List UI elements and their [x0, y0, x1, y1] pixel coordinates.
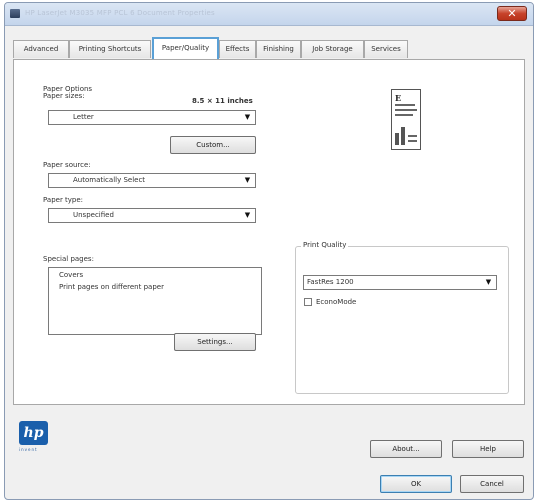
custom-button[interactable]: Custom...	[170, 136, 256, 154]
cancel-button[interactable]: Cancel	[460, 475, 524, 493]
close-button[interactable]: ✕	[497, 6, 527, 21]
tab-finishing[interactable]: Finishing	[256, 40, 301, 58]
preview-bar	[401, 127, 405, 145]
paper-size-value: Letter	[73, 113, 94, 121]
economode-checkbox[interactable]	[304, 298, 312, 306]
economode-label: EconoMode	[316, 298, 357, 306]
paper-quality-panel: Paper Options Paper sizes: 8.5 × 11 inch…	[13, 59, 525, 405]
preview-text-line	[408, 140, 417, 142]
window-title: HP LaserJet M3035 MFP PCL 6 Document Pro…	[25, 9, 215, 17]
preview-letter: E	[395, 93, 402, 103]
hp-logo-subtext: invent	[19, 447, 38, 452]
special-pages-list[interactable]: Covers Print pages on different paper	[48, 267, 262, 335]
chevron-down-icon: ▼	[244, 113, 251, 121]
paper-size-select[interactable]: Letter ▼	[48, 110, 256, 125]
paper-type-value: Unspecified	[73, 211, 114, 219]
tab-paper-quality[interactable]: Paper/Quality	[152, 37, 219, 59]
chevron-down-icon: ▼	[244, 211, 251, 219]
list-item[interactable]: Covers	[59, 271, 83, 279]
title-bar: HP LaserJet M3035 MFP PCL 6 Document Pro…	[5, 3, 533, 26]
preview-text-line	[395, 109, 417, 111]
tab-job-storage[interactable]: Job Storage	[301, 40, 364, 58]
paper-size-dimensions: 8.5 × 11 inches	[192, 97, 253, 105]
print-quality-label: Print Quality	[301, 241, 349, 249]
print-quality-select[interactable]: FastRes 1200 ▼	[303, 275, 497, 290]
preview-text-line	[408, 135, 417, 137]
about-button[interactable]: About...	[370, 440, 442, 458]
paper-type-label: Paper type:	[43, 196, 84, 204]
chevron-down-icon: ▼	[244, 176, 251, 184]
print-quality-value: FastRes 1200	[307, 278, 354, 286]
preview-text-line	[395, 104, 415, 106]
preview-text-line	[395, 114, 413, 116]
print-quality-group	[295, 246, 509, 394]
tab-advanced[interactable]: Advanced	[13, 40, 69, 58]
paper-source-select[interactable]: Automatically Select ▼	[48, 173, 256, 188]
tab-effects[interactable]: Effects	[219, 40, 256, 58]
paper-source-label: Paper source:	[43, 161, 91, 169]
page-preview: E	[391, 89, 421, 150]
special-pages-label: Special pages:	[43, 255, 94, 263]
preview-bar	[395, 133, 399, 145]
printer-icon	[10, 9, 20, 18]
ok-button[interactable]: OK	[380, 475, 452, 493]
paper-source-value: Automatically Select	[73, 176, 146, 184]
help-button[interactable]: Help	[452, 440, 524, 458]
settings-button[interactable]: Settings...	[174, 333, 256, 351]
document-properties-dialog: HP LaserJet M3035 MFP PCL 6 Document Pro…	[4, 2, 534, 500]
paper-sizes-label: Paper sizes:	[43, 92, 85, 100]
tab-printing-shortcuts[interactable]: Printing Shortcuts	[69, 40, 151, 58]
hp-logo-icon: hp	[19, 421, 48, 445]
tab-services[interactable]: Services	[364, 40, 408, 58]
paper-type-select[interactable]: Unspecified ▼	[48, 208, 256, 223]
chevron-down-icon: ▼	[485, 278, 492, 286]
list-item[interactable]: Print pages on different paper	[59, 283, 164, 291]
